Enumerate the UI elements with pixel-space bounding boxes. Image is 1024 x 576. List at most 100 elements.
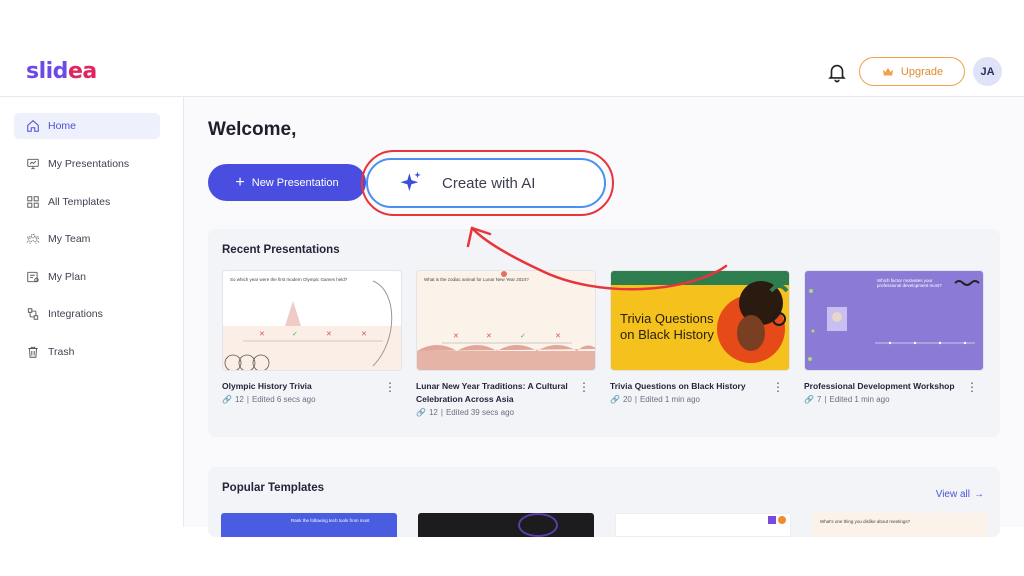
- svg-text:✓: ✓: [520, 333, 526, 340]
- template-decoration: [518, 513, 558, 537]
- presentation-card-olympic[interactable]: ✕ ✓ ✕ ✕ So which year were the first mod…: [222, 270, 402, 404]
- presentation-meta: 🔗 12 | Edited 39 secs ago: [416, 408, 596, 417]
- link-icon: 🔗: [416, 408, 426, 417]
- sidebar-label-my-presentations: My Presentations: [48, 158, 130, 170]
- thumbnail-question: What is the zodiac animal for Lunar New …: [424, 277, 529, 282]
- view-all-label: View all: [935, 489, 970, 500]
- presentation-title: Olympic History Trivia: [222, 381, 312, 391]
- separator: |: [246, 395, 249, 404]
- thumbnail-title: Trivia Questions on Black History: [620, 311, 714, 342]
- thumbnail-question: Which factor motivates your professional…: [877, 278, 942, 288]
- slide-count: 20: [622, 395, 632, 404]
- presentation-meta: 🔗 12 | Edited 6 secs ago: [222, 395, 402, 404]
- presentation-meta: 🔗 7 | Edited 1 min ago: [804, 395, 984, 404]
- template-decoration: [768, 516, 776, 524]
- create-with-ai-button[interactable]: Create with AI: [366, 158, 606, 208]
- presentation-icon: [27, 158, 39, 170]
- sidebar-label-my-team: My Team: [48, 233, 91, 245]
- bell-icon[interactable]: [826, 61, 848, 83]
- separator: |: [440, 408, 443, 417]
- templates-grid-icon: [27, 196, 39, 208]
- svg-text:✕: ✕: [326, 331, 332, 338]
- arrow-right-icon: →: [974, 489, 984, 500]
- presentation-title: Professional Development Workshop: [804, 381, 955, 391]
- new-presentation-button[interactable]: + New Presentation: [208, 164, 366, 201]
- presentation-title: Trivia Questions on Black History: [610, 381, 746, 391]
- separator: |: [824, 395, 827, 404]
- template-thumb-text: Rank the following tech tools from most: [291, 518, 370, 523]
- top-bar: slidea Upgrade JA: [0, 47, 1024, 97]
- template-thumbnail[interactable]: [615, 513, 791, 537]
- sidebar-item-my-presentations[interactable]: My Presentations: [14, 151, 160, 177]
- plus-icon: +: [235, 173, 245, 191]
- team-icon: [26, 233, 40, 244]
- svg-text:✕: ✕: [453, 333, 459, 340]
- sidebar-item-home[interactable]: Home: [14, 113, 160, 139]
- presentation-thumbnail: ✕ ✓ ✕ ✕ So which year were the first mod…: [222, 270, 402, 371]
- sidebar-item-all-templates[interactable]: All Templates: [14, 189, 160, 215]
- svg-text:✕: ✕: [486, 333, 492, 340]
- sidebar: Home My Presentations All Templates My T…: [0, 97, 184, 527]
- more-options-icon[interactable]: ⋮: [578, 381, 590, 393]
- plan-icon: [27, 271, 39, 283]
- sidebar-item-my-team[interactable]: My Team: [14, 226, 160, 252]
- welcome-heading: Welcome,: [208, 119, 297, 140]
- slidea-logo[interactable]: slidea: [26, 59, 97, 84]
- template-thumb-text: What's one thing you dislike about meeti…: [820, 519, 911, 524]
- popular-templates-title: Popular Templates: [222, 482, 325, 494]
- sparkle-icon: [400, 171, 421, 192]
- presentation-card-lunar[interactable]: ✕ ✕ ✓ ✕ What is the zodiac animal for Lu…: [416, 270, 596, 417]
- svg-text:✕: ✕: [555, 333, 561, 340]
- edited-time: Edited 1 min ago: [829, 395, 890, 404]
- more-options-icon[interactable]: ⋮: [772, 381, 784, 393]
- recent-presentations-title: Recent Presentations: [222, 244, 340, 256]
- integrations-icon: [27, 308, 39, 320]
- crown-icon: [882, 67, 894, 75]
- presentation-title: Lunar New Year Traditions: A Cultural Ce…: [416, 381, 568, 404]
- sidebar-item-integrations[interactable]: Integrations: [14, 301, 160, 327]
- trash-icon: [28, 346, 38, 358]
- separator: |: [634, 395, 637, 404]
- sidebar-item-my-plan[interactable]: My Plan: [14, 264, 160, 290]
- link-icon: 🔗: [222, 395, 232, 404]
- slide-count: 12: [428, 408, 438, 417]
- link-icon: 🔗: [804, 395, 814, 404]
- presentation-thumbnail: ✕ ✕ ✓ ✕ What is the zodiac animal for Lu…: [416, 270, 596, 371]
- view-all-link[interactable]: View all →: [936, 489, 984, 500]
- presentation-card-prof-dev[interactable]: Which factor motivates your professional…: [804, 270, 984, 404]
- svg-text:✕: ✕: [361, 331, 367, 338]
- popular-templates-panel: Popular Templates View all → Rank the fo…: [208, 467, 1000, 537]
- svg-text:✓: ✓: [292, 331, 298, 338]
- recent-presentations-panel: Recent Presentations ✕ ✓ ✕ ✕ So which ye…: [208, 229, 1000, 437]
- svg-text:✕: ✕: [259, 331, 265, 338]
- template-thumbnail[interactable]: What's one thing you dislike about meeti…: [812, 513, 988, 537]
- more-options-icon[interactable]: ⋮: [966, 381, 978, 393]
- template-thumbnail[interactable]: [418, 513, 594, 537]
- slide-count: 12: [234, 395, 244, 404]
- edited-time: Edited 1 min ago: [639, 395, 700, 404]
- presentation-thumbnail: Which factor motivates your professional…: [804, 270, 984, 371]
- app-page: slidea Upgrade JA Home My Presentations …: [0, 0, 1024, 576]
- more-options-icon[interactable]: ⋮: [384, 381, 396, 393]
- new-presentation-label: New Presentation: [251, 176, 339, 189]
- sidebar-item-trash[interactable]: Trash: [14, 339, 160, 365]
- sidebar-label-home: Home: [48, 120, 77, 132]
- sidebar-label-my-plan: My Plan: [48, 271, 86, 283]
- sidebar-label-trash: Trash: [48, 346, 75, 358]
- template-thumbnail[interactable]: Rank the following tech tools from most: [221, 513, 397, 537]
- upgrade-button[interactable]: Upgrade: [859, 57, 965, 86]
- thumbnail-question: So which year were the first modern Olym…: [230, 277, 348, 282]
- upgrade-label: Upgrade: [900, 65, 944, 78]
- main-content: Welcome, + New Presentation Create with …: [184, 97, 1024, 537]
- slide-count: 7: [816, 395, 822, 404]
- presentation-meta: 🔗 20 | Edited 1 min ago: [610, 395, 790, 404]
- avatar[interactable]: JA: [973, 57, 1002, 86]
- link-icon: 🔗: [610, 395, 620, 404]
- presentation-thumbnail: Trivia Questions on Black History: [610, 270, 790, 371]
- edited-time: Edited 6 secs ago: [251, 395, 316, 404]
- edited-time: Edited 39 secs ago: [445, 408, 514, 417]
- sidebar-label-integrations: Integrations: [48, 308, 103, 320]
- presentation-card-black-history[interactable]: Trivia Questions on Black History Trivia…: [610, 270, 790, 404]
- create-with-ai-label: Create with AI: [442, 174, 536, 192]
- sidebar-label-all-templates: All Templates: [48, 196, 111, 208]
